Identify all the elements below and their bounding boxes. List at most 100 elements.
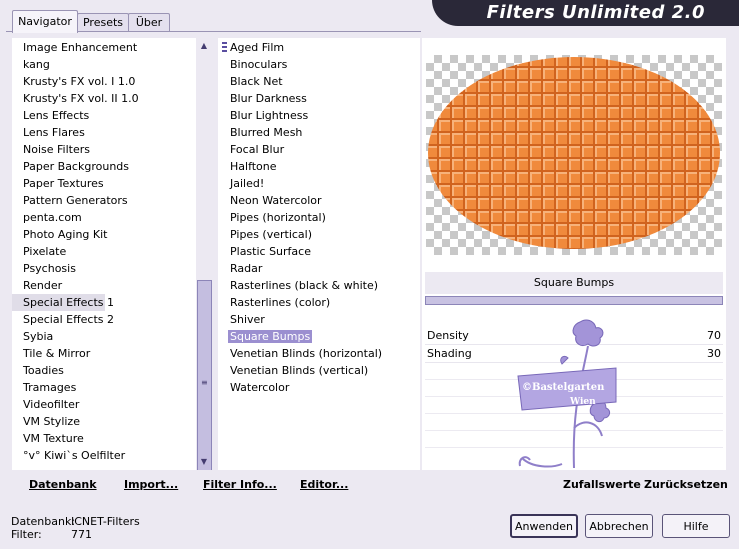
filter-item[interactable]: Shiver [228, 311, 418, 328]
filter-item[interactable]: Venetian Blinds (vertical) [228, 362, 418, 379]
category-item[interactable]: Videofilter [12, 396, 196, 413]
filter-item-label: Plastic Surface [230, 245, 311, 258]
filter-item[interactable]: Pipes (horizontal) [228, 209, 418, 226]
filter-item-label: Neon Watercolor [230, 194, 322, 207]
watermark-text: ©Bastelgarten [522, 382, 605, 393]
current-filter-name: Square Bumps [425, 272, 723, 294]
right-action-bar: Zufallswerte Zurücksetzen [422, 470, 728, 498]
filter-item-label: Venetian Blinds (horizontal) [230, 347, 383, 360]
preview-image [426, 55, 722, 255]
filter-item[interactable]: Aged Film [228, 39, 418, 56]
filter-item[interactable]: Jailed! [228, 175, 418, 192]
watermark-logo: ©Bastelgarten Wien [512, 318, 624, 470]
hilfe-button[interactable]: Hilfe [662, 514, 730, 538]
filter-item[interactable]: Rasterlines (black & white) [228, 277, 418, 294]
tab-ueber[interactable]: Über [128, 13, 170, 32]
filter-item-label: Radar [230, 262, 263, 275]
tab-presets[interactable]: Presets [77, 13, 129, 32]
param-density-value: 70 [707, 329, 721, 342]
filter-item[interactable]: Blur Lightness [228, 107, 418, 124]
category-item[interactable]: Paper Textures [12, 175, 196, 192]
filter-item[interactable]: Halftone [228, 158, 418, 175]
category-item[interactable]: Tile & Mirror [12, 345, 196, 362]
category-item[interactable]: Noise Filters [12, 141, 196, 158]
category-panel: Image Enhancement kang Krusty's FX vol. I … [12, 38, 196, 470]
category-item[interactable]: Krusty's FX vol. I 1.0 [12, 73, 196, 90]
filter-item-label: Pipes (horizontal) [230, 211, 326, 224]
filter-item[interactable]: Plastic Surface [228, 243, 418, 260]
category-item[interactable]: Krusty's FX vol. II 1.0 [12, 90, 196, 107]
filter-list: Aged Film Binoculars Black Net Blur Darknes… [228, 39, 418, 396]
abbrechen-button[interactable]: Abbrechen [585, 514, 653, 538]
category-item[interactable]: Toadies [12, 362, 196, 379]
filter-item[interactable]: Blur Darkness [228, 90, 418, 107]
filter-item-label: Rasterlines (color) [230, 296, 331, 309]
filter-item[interactable]: Venetian Blinds (horizontal) [228, 345, 418, 362]
filter-item[interactable]: Radar [228, 260, 418, 277]
param-density-label: Density [427, 329, 469, 342]
filter-info-link[interactable]: Filter Info... [203, 478, 277, 491]
category-item[interactable]: Psychosis [12, 260, 196, 277]
category-item[interactable]: Render [12, 277, 196, 294]
filter-item-label: Jailed! [230, 177, 265, 190]
status-datenbank-value: ICNET-Filters [71, 515, 140, 528]
category-item[interactable]: Special Effects 1 [12, 294, 114, 311]
import-link[interactable]: Import... [124, 478, 178, 491]
param-shading-value: 30 [707, 347, 721, 360]
filter-item-label: Black Net [230, 75, 283, 88]
datenbank-link[interactable]: Datenbank [29, 478, 97, 491]
svg-text:Wien: Wien [569, 397, 596, 407]
filter-item[interactable]: Rasterlines (color) [228, 294, 418, 311]
category-item[interactable]: VM Texture [12, 430, 196, 447]
category-item[interactable]: Image Enhancement [12, 39, 196, 56]
filter-item-label: Halftone [230, 160, 277, 173]
filter-item-label: Blur Lightness [230, 109, 309, 122]
category-item[interactable]: Tramages [12, 379, 196, 396]
zuruecksetzen-link[interactable]: Zurücksetzen [644, 478, 728, 491]
grip-icon: ≡ [201, 378, 208, 387]
filter-item-label: Rasterlines (black & white) [230, 279, 379, 292]
category-item[interactable]: Lens Flares [12, 124, 196, 141]
scroll-up-icon[interactable]: ▲ [196, 38, 212, 54]
category-list: Image Enhancement kang Krusty's FX vol. I … [12, 39, 196, 464]
filter-item-label: Square Bumps [228, 330, 313, 343]
filter-item[interactable]: Binoculars [228, 56, 418, 73]
category-item[interactable]: Pixelate [12, 243, 196, 260]
filter-item[interactable]: Blurred Mesh [228, 124, 418, 141]
filter-item[interactable]: Focal Blur [228, 141, 418, 158]
category-item[interactable]: Paper Backgrounds [12, 158, 196, 175]
category-item[interactable]: Photo Aging Kit [12, 226, 196, 243]
status-filter-label: Filter: [11, 528, 42, 541]
app-header: Filters Unlimited 2.0 [432, 0, 739, 26]
zufallswerte-link[interactable]: Zufallswerte [563, 478, 641, 491]
filter-item-label: Watercolor [230, 381, 290, 394]
filter-item[interactable]: Black Net [228, 73, 418, 90]
editor-link[interactable]: Editor... [300, 478, 348, 491]
scroll-down-icon[interactable]: ▼ [196, 454, 212, 470]
filter-item[interactable]: Watercolor [228, 379, 418, 396]
category-item[interactable]: Special Effects 2 [12, 311, 196, 328]
status-datenbank-label: Datenbank: [11, 515, 76, 528]
filter-item[interactable]: Neon Watercolor [228, 192, 418, 209]
parameter-slider[interactable] [425, 296, 723, 305]
category-item[interactable]: Sybia [12, 328, 196, 345]
list-marker-icon [222, 42, 227, 53]
filter-item-label: Aged Film [230, 41, 285, 54]
category-scrollbar[interactable]: ▲ ≡ ▼ [196, 38, 212, 490]
param-shading-label: Shading [427, 347, 472, 360]
tab-navigator[interactable]: Navigator [12, 10, 78, 33]
filter-item-label: Venetian Blinds (vertical) [230, 364, 369, 377]
category-item[interactable]: Lens Effects [12, 107, 196, 124]
category-item[interactable]: kang [12, 56, 196, 73]
filter-panel: Aged Film Binoculars Black Net Blur Darknes… [218, 38, 420, 470]
status-filter-value: 771 [71, 528, 92, 541]
category-item[interactable]: VM Stylize [12, 413, 196, 430]
filter-item-label: Pipes (vertical) [230, 228, 313, 241]
category-item[interactable]: °v° Kiwi`s Oelfilter [12, 447, 196, 464]
filter-item-label: Focal Blur [230, 143, 285, 156]
filter-item[interactable]: Square Bumps [228, 328, 418, 345]
filter-item[interactable]: Pipes (vertical) [228, 226, 418, 243]
category-item[interactable]: Pattern Generators [12, 192, 196, 209]
category-item[interactable]: penta.com [12, 209, 196, 226]
anwenden-button[interactable]: Anwenden [510, 514, 578, 538]
